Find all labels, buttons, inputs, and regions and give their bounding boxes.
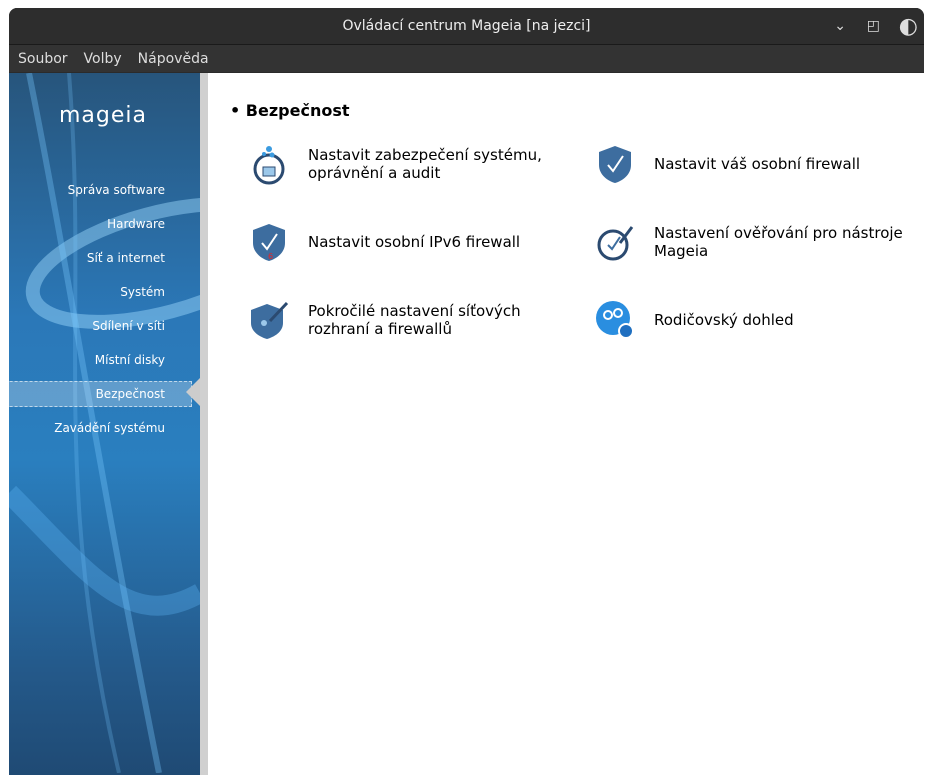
item-label: Nastavit zabezpečení systému, oprávnění … xyxy=(308,146,542,182)
menu-bar: Soubor Volby Nápověda xyxy=(9,45,924,72)
category-system[interactable]: Systém xyxy=(54,275,165,309)
category-bezpecnost[interactable]: Bezpečnost xyxy=(9,381,192,407)
shield-ipv6-icon: 6 xyxy=(253,224,285,261)
item-parental-control[interactable]: Rodičovský dohled xyxy=(594,299,924,341)
window-title: Ovládací centrum Mageia [na jezci] xyxy=(342,18,591,34)
window: Ovládací centrum Mageia [na jezci] ⌄ ◰ ◐… xyxy=(9,8,924,775)
svg-text:6: 6 xyxy=(268,252,273,261)
sidebar: mageia Správa software Hardware Síť a in… xyxy=(9,73,200,775)
category-sprava-software[interactable]: Správa software xyxy=(54,173,165,207)
item-mageia-auth[interactable]: Nastavení ověřování pro nástroje Mageia xyxy=(594,221,924,263)
item-label: Nastavit váš osobní firewall xyxy=(654,155,861,173)
item-advanced-network[interactable]: Pokročilé nastavení síťových rozhraní a … xyxy=(248,299,578,341)
selection-arrow xyxy=(186,378,200,406)
content-panel: • Bezpečnost Nastavit zabezpečení systém… xyxy=(208,73,924,775)
close-button[interactable]: ◐ xyxy=(899,8,918,45)
mageia-logo: mageia xyxy=(59,103,148,128)
category-mistni-disky[interactable]: Místní disky xyxy=(54,343,165,377)
minimize-button[interactable]: ⌄ xyxy=(834,8,846,45)
menu-volby[interactable]: Volby xyxy=(84,51,122,67)
security-lock-icon xyxy=(253,146,285,185)
menu-napoveda[interactable]: Nápověda xyxy=(138,51,209,67)
category-list: Správa software Hardware Síť a internet … xyxy=(9,173,192,445)
auth-icon xyxy=(597,226,634,261)
item-security-audit[interactable]: Nastavit zabezpečení systému, oprávnění … xyxy=(248,143,578,185)
item-ipv6-firewall[interactable]: 6 Nastavit osobní IPv6 firewall xyxy=(248,221,578,263)
item-firewall[interactable]: Nastavit váš osobní firewall xyxy=(594,143,924,185)
item-label: Nastavit osobní IPv6 firewall xyxy=(308,233,521,251)
item-label: Nastavení ověřování pro nástroje Mageia xyxy=(654,224,903,260)
section-heading: • Bezpečnost xyxy=(230,101,350,120)
item-label: Pokročilé nastavení síťových rozhraní a … xyxy=(308,302,521,338)
shield-check-icon xyxy=(599,146,631,183)
shield-advanced-icon xyxy=(251,301,289,339)
category-sit-internet[interactable]: Síť a internet xyxy=(54,241,165,275)
category-hardware[interactable]: Hardware xyxy=(54,207,165,241)
title-bar: Ovládací centrum Mageia [na jezci] ⌄ ◰ ◐ xyxy=(9,8,924,45)
splitter[interactable] xyxy=(200,73,208,775)
menu-soubor[interactable]: Soubor xyxy=(18,51,68,67)
maximize-button[interactable]: ◰ xyxy=(867,8,880,45)
category-zavadeni[interactable]: Zavádění systému xyxy=(54,411,165,445)
parental-control-icon xyxy=(596,301,634,339)
category-sdileni[interactable]: Sdílení v síti xyxy=(54,309,165,343)
item-label: Rodičovský dohled xyxy=(654,311,794,329)
